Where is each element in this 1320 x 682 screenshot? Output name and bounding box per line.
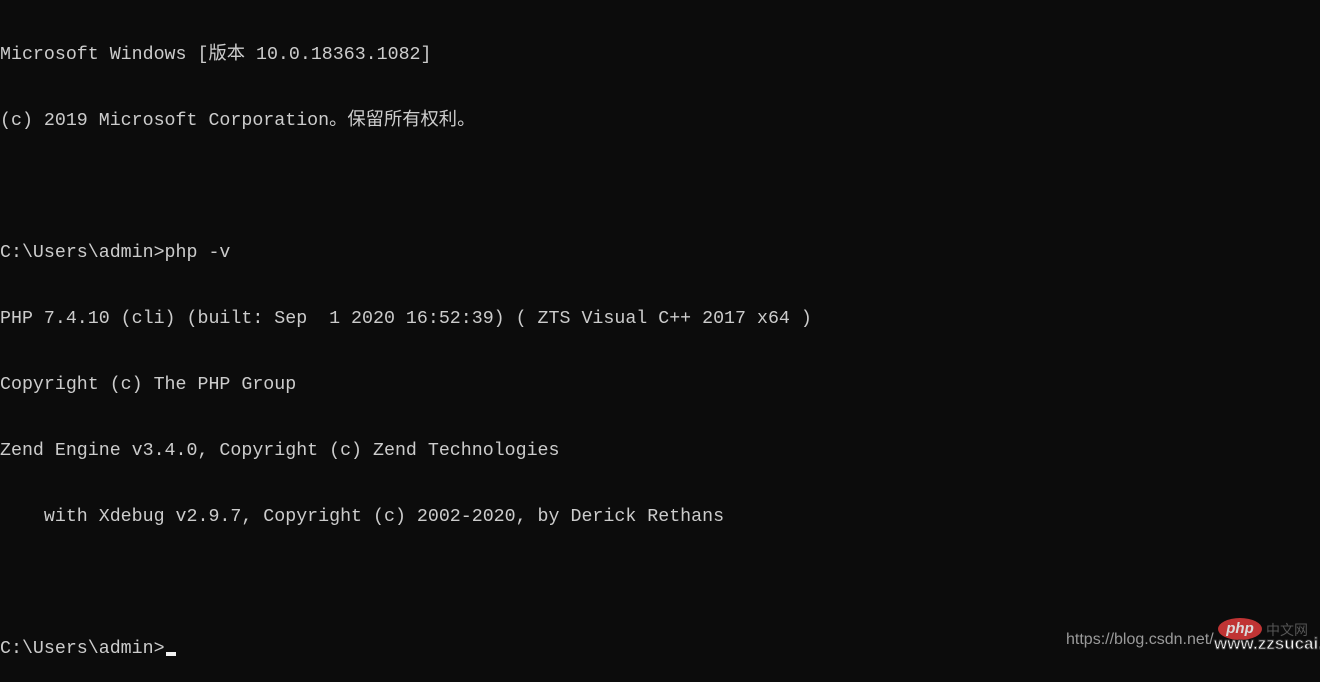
console-line: C:\Users\admin>php -v xyxy=(0,243,231,263)
text-cursor xyxy=(165,652,176,656)
watermark-url: https://blog.csdn.net/ xyxy=(1066,631,1214,648)
console-prompt-line[interactable]: C:\Users\admin> xyxy=(0,638,812,660)
watermark-site: www.zzsucai.com xyxy=(1214,634,1320,654)
console-line: Zend Engine v3.4.0, Copyright (c) Zend T… xyxy=(0,441,560,461)
watermark-logo: php 中文网 www.zzsucai.com xyxy=(1214,618,1320,658)
console-prompt: C:\Users\admin> xyxy=(0,639,165,659)
console-line: with Xdebug v2.9.7, Copyright (c) 2002-2… xyxy=(0,507,725,527)
console-output[interactable]: Microsoft Windows [版本 10.0.18363.1082] (… xyxy=(0,0,812,682)
console-line: PHP 7.4.10 (cli) (built: Sep 1 2020 16:5… xyxy=(0,309,812,329)
console-line: Microsoft Windows [版本 10.0.18363.1082] xyxy=(0,45,432,65)
console-line: (c) 2019 Microsoft Corporation。保留所有权利。 xyxy=(0,111,476,131)
console-line: Copyright (c) The PHP Group xyxy=(0,375,297,395)
